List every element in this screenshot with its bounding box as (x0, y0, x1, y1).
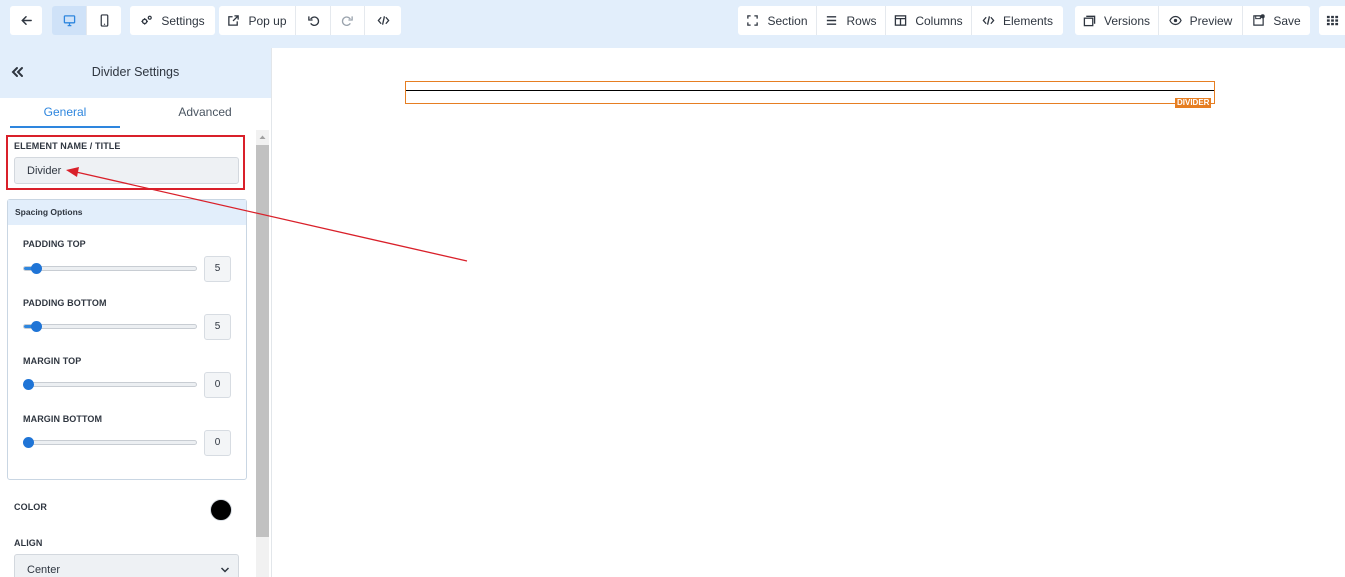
elements-button[interactable]: Elements (972, 6, 1063, 35)
margin-top-slider[interactable] (23, 382, 197, 387)
padding-bottom-label: PADDING BOTTOM (23, 298, 107, 308)
padding-bottom-slider[interactable] (23, 324, 197, 329)
panel-header: Divider Settings (0, 48, 271, 98)
preview-button[interactable]: Preview (1159, 6, 1243, 35)
versions-button[interactable]: Versions (1075, 6, 1159, 35)
settings-panel: Divider Settings General Advanced ELEMEN… (0, 48, 272, 577)
code-icon (982, 16, 995, 25)
columns-label: Columns (915, 13, 963, 28)
divider-element[interactable] (405, 81, 1215, 104)
code-button[interactable] (365, 6, 401, 35)
code-icon (377, 16, 389, 25)
save-label: Save (1273, 13, 1301, 28)
margin-top-slider-thumb[interactable] (23, 379, 34, 390)
margin-top-value[interactable]: 0 (204, 372, 231, 398)
popup-button[interactable]: Pop up (219, 6, 296, 35)
columns-icon (895, 15, 907, 26)
save-icon (1253, 14, 1266, 26)
element-name-label: ELEMENT NAME / TITLE (14, 141, 121, 151)
rows-button[interactable]: Rows (817, 6, 886, 35)
scrollbar-thumb[interactable] (256, 145, 269, 537)
tab-advanced[interactable]: Advanced (150, 98, 260, 128)
back-button[interactable] (10, 6, 42, 35)
versions-icon (1083, 15, 1096, 27)
margin-top-label: MARGIN TOP (23, 356, 82, 366)
padding-top-value[interactable]: 5 (204, 256, 231, 282)
section-label: Section (767, 13, 808, 28)
spacing-options-header[interactable]: Spacing Options (8, 200, 246, 225)
desktop-view-button[interactable] (52, 6, 87, 35)
versions-label: Versions (1103, 13, 1151, 28)
grid-icon (1326, 15, 1338, 26)
panel-title: Divider Settings (91, 65, 180, 79)
elements-label: Elements (1002, 13, 1054, 28)
divider-line (406, 90, 1214, 91)
margin-bottom-value[interactable]: 0 (204, 430, 231, 456)
back-arrow-icon (20, 16, 32, 25)
popup-label: Pop up (248, 13, 287, 28)
margin-bottom-label: MARGIN BOTTOM (23, 414, 103, 424)
settings-button[interactable]: Settings (130, 6, 215, 35)
settings-label: Settings (161, 13, 205, 28)
panel-tabs: General Advanced (0, 98, 271, 128)
scroll-up-arrow-icon[interactable] (256, 130, 269, 144)
rows-label: Rows (846, 13, 877, 28)
columns-button[interactable]: Columns (886, 6, 972, 35)
mobile-icon (100, 14, 108, 27)
section-icon (747, 15, 759, 26)
margin-bottom-slider[interactable] (23, 440, 197, 445)
padding-bottom-value[interactable]: 5 (204, 314, 231, 340)
external-link-icon (228, 15, 240, 26)
page-canvas (273, 48, 1345, 577)
align-select-value: Center (27, 564, 61, 576)
color-swatch[interactable] (210, 499, 232, 521)
redo-icon (341, 16, 353, 26)
undo-button[interactable] (296, 6, 331, 35)
cogs-icon (141, 15, 153, 25)
preview-label: Preview (1189, 13, 1233, 28)
margin-bottom-slider-thumb[interactable] (23, 437, 34, 448)
apps-menu-button[interactable] (1319, 6, 1345, 35)
divider-element-tag: DIVIDER (1175, 98, 1212, 108)
mobile-view-button[interactable] (87, 6, 121, 35)
element-name-input[interactable] (14, 157, 239, 184)
eye-icon (1168, 15, 1182, 26)
redo-button[interactable] (331, 6, 365, 35)
section-button[interactable]: Section (738, 6, 817, 35)
undo-icon (307, 16, 319, 26)
padding-top-label: PADDING TOP (23, 239, 86, 249)
save-button[interactable]: Save (1243, 6, 1310, 35)
chevron-down-icon (220, 567, 230, 573)
padding-top-slider[interactable] (23, 266, 197, 271)
tab-general[interactable]: General (10, 98, 120, 128)
color-label: COLOR (14, 502, 47, 512)
rows-icon (827, 16, 837, 25)
align-select[interactable]: Center (14, 554, 239, 577)
desktop-icon (63, 15, 75, 27)
top-toolbar: Settings Pop up Section Rows Columns Ele… (0, 0, 1345, 48)
align-label: ALIGN (14, 538, 43, 548)
